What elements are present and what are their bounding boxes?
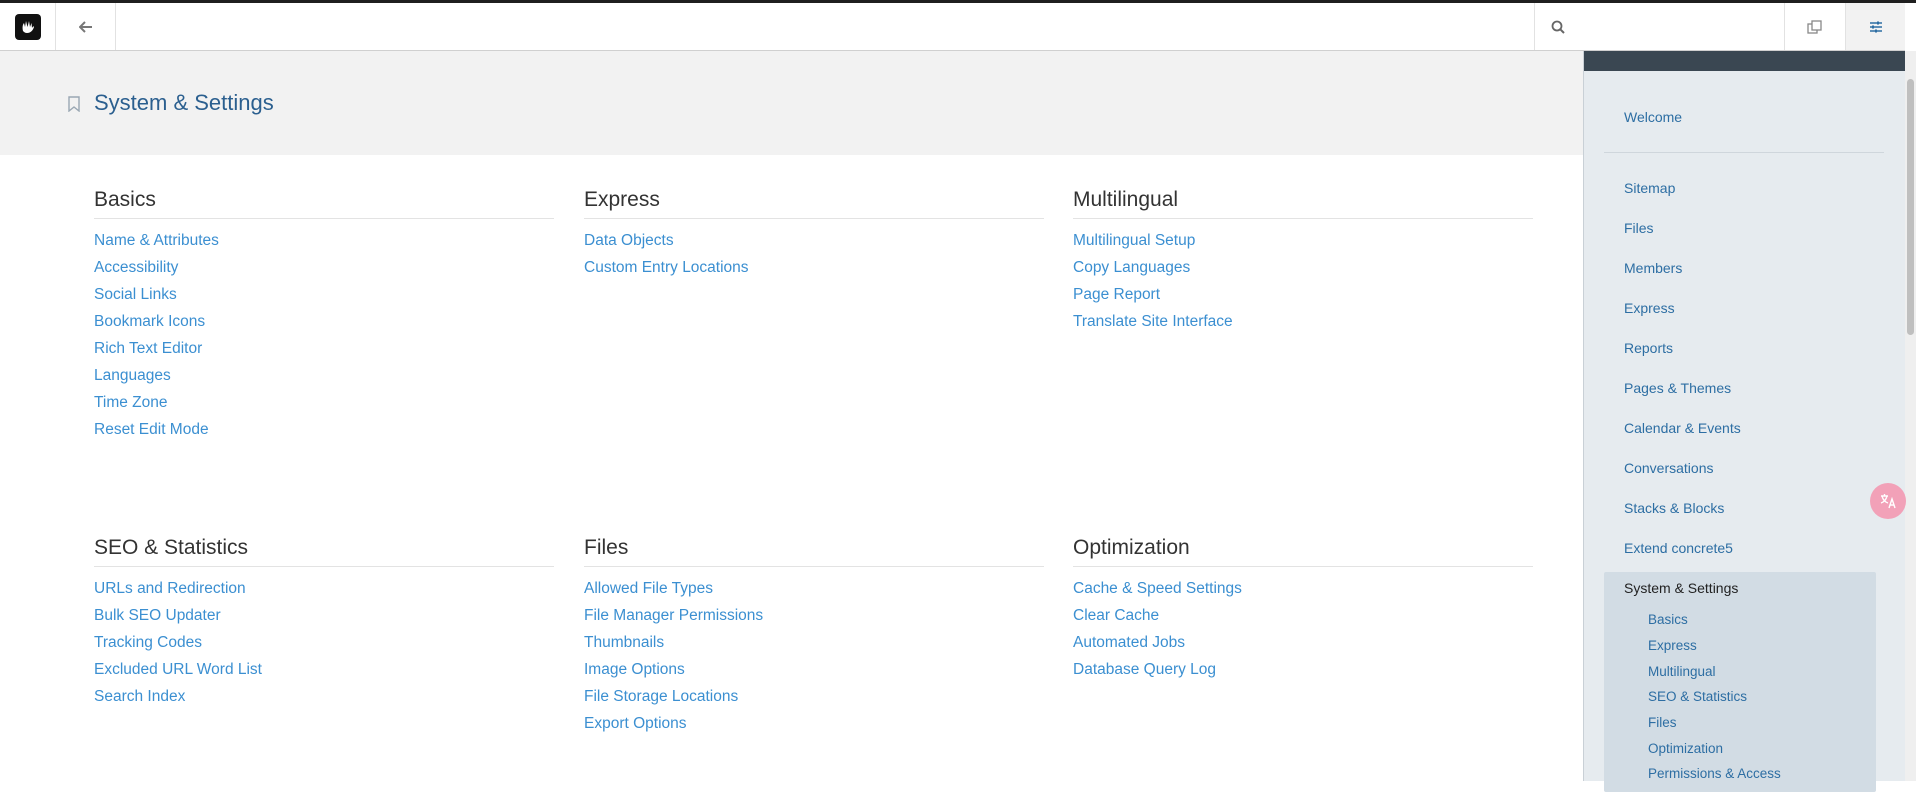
settings-link[interactable]: Languages bbox=[94, 362, 554, 389]
sliders-icon bbox=[1869, 21, 1882, 32]
search-box[interactable] bbox=[1534, 3, 1784, 50]
intelligent-search-icon bbox=[1807, 19, 1822, 34]
sidebar-item-extend[interactable]: Extend concrete5 bbox=[1624, 540, 1733, 556]
sidebar-subitem-seo-statistics[interactable]: SEO & Statistics bbox=[1648, 689, 1747, 704]
settings-link[interactable]: Export Options bbox=[584, 710, 1044, 737]
sidebar-item-conversations[interactable]: Conversations bbox=[1624, 460, 1714, 476]
sidebar-item-members[interactable]: Members bbox=[1624, 260, 1682, 276]
sidebar-item-system-settings[interactable]: System & Settings bbox=[1624, 580, 1738, 596]
sidebar-item-reports[interactable]: Reports bbox=[1624, 340, 1673, 356]
sidebar-topbar bbox=[1584, 51, 1905, 71]
sidebar-active-group bbox=[1604, 572, 1876, 792]
toolbar bbox=[0, 3, 1905, 51]
section-basics: Basics Name & Attributes Accessibility S… bbox=[94, 188, 554, 443]
sidebar-subitem-express[interactable]: Express bbox=[1648, 638, 1697, 653]
settings-link[interactable]: Accessibility bbox=[94, 254, 554, 281]
section-express: Express Data Objects Custom Entry Locati… bbox=[584, 188, 1044, 281]
settings-link[interactable]: Bookmark Icons bbox=[94, 308, 554, 335]
settings-link[interactable]: Search Index bbox=[94, 683, 554, 710]
sidebar-item-files[interactable]: Files bbox=[1624, 220, 1654, 236]
settings-link[interactable]: Allowed File Types bbox=[584, 575, 1044, 602]
search-input[interactable] bbox=[1575, 17, 1769, 36]
sidebar-subitem-basics[interactable]: Basics bbox=[1648, 612, 1688, 627]
section-multilingual: Multilingual Multilingual Setup Copy Lan… bbox=[1073, 188, 1533, 335]
page-title: System & Settings bbox=[94, 90, 274, 115]
bookmark-icon[interactable] bbox=[68, 96, 80, 112]
section-title: Files bbox=[584, 536, 1044, 567]
search-icon bbox=[1551, 20, 1565, 34]
section-seo-statistics: SEO & Statistics URLs and Redirection Bu… bbox=[94, 536, 554, 710]
sidebar-divider bbox=[1604, 152, 1884, 153]
scrollbar[interactable] bbox=[1905, 51, 1916, 781]
settings-link[interactable]: Image Options bbox=[584, 656, 1044, 683]
settings-link[interactable]: Translate Site Interface bbox=[1073, 308, 1533, 335]
settings-link[interactable]: Reset Edit Mode bbox=[94, 416, 554, 443]
settings-link[interactable]: Bulk SEO Updater bbox=[94, 602, 554, 629]
settings-link[interactable]: File Manager Permissions bbox=[584, 602, 1044, 629]
sidebar-item-pages-themes[interactable]: Pages & Themes bbox=[1624, 380, 1731, 396]
settings-link[interactable]: Social Links bbox=[94, 281, 554, 308]
sidebar-item-calendar-events[interactable]: Calendar & Events bbox=[1624, 420, 1741, 436]
section-title: Express bbox=[584, 188, 1044, 219]
sidebar-item-express[interactable]: Express bbox=[1624, 300, 1675, 316]
sidebar-subitem-multilingual[interactable]: Multilingual bbox=[1648, 664, 1716, 679]
settings-link[interactable]: Clear Cache bbox=[1073, 602, 1533, 629]
settings-link[interactable]: Database Query Log bbox=[1073, 656, 1533, 683]
settings-link[interactable]: Data Objects bbox=[584, 227, 1044, 254]
settings-link[interactable]: Thumbnails bbox=[584, 629, 1044, 656]
sidebar-item-sitemap[interactable]: Sitemap bbox=[1624, 180, 1675, 196]
sidebar-subitem-files[interactable]: Files bbox=[1648, 715, 1677, 730]
settings-link[interactable]: Excluded URL Word List bbox=[94, 656, 554, 683]
section-title: Optimization bbox=[1073, 536, 1533, 567]
intelligent-search-button[interactable] bbox=[1784, 3, 1845, 50]
dashboard-sidebar: Welcome Sitemap Files Members Express Re… bbox=[1583, 51, 1905, 792]
arrow-left-icon bbox=[78, 20, 92, 33]
back-button[interactable] bbox=[56, 3, 116, 50]
settings-link[interactable]: Copy Languages bbox=[1073, 254, 1533, 281]
section-optimization: Optimization Cache & Speed Settings Clea… bbox=[1073, 536, 1533, 683]
settings-link[interactable]: Page Report bbox=[1073, 281, 1533, 308]
sidebar-item-stacks-blocks[interactable]: Stacks & Blocks bbox=[1624, 500, 1724, 516]
translate-icon[interactable] bbox=[1870, 483, 1906, 519]
section-title: Multilingual bbox=[1073, 188, 1533, 219]
sidebar-subitem-optimization[interactable]: Optimization bbox=[1648, 741, 1723, 756]
section-files: Files Allowed File Types File Manager Pe… bbox=[584, 536, 1044, 737]
concrete5-logo-icon bbox=[14, 13, 41, 40]
settings-link[interactable]: Cache & Speed Settings bbox=[1073, 575, 1533, 602]
settings-link[interactable]: Rich Text Editor bbox=[94, 335, 554, 362]
settings-link[interactable]: Name & Attributes bbox=[94, 227, 554, 254]
settings-link[interactable]: Tracking Codes bbox=[94, 629, 554, 656]
settings-link[interactable]: URLs and Redirection bbox=[94, 575, 554, 602]
settings-link[interactable]: Custom Entry Locations bbox=[584, 254, 1044, 281]
section-title: SEO & Statistics bbox=[94, 536, 554, 567]
sidebar-item-welcome[interactable]: Welcome bbox=[1624, 109, 1682, 125]
logo-button[interactable] bbox=[0, 3, 56, 50]
settings-link[interactable]: Automated Jobs bbox=[1073, 629, 1533, 656]
sidebar-subitem-permissions-access[interactable]: Permissions & Access bbox=[1648, 766, 1781, 781]
settings-link[interactable]: File Storage Locations bbox=[584, 683, 1044, 710]
scrollbar-thumb[interactable] bbox=[1907, 79, 1914, 335]
section-title: Basics bbox=[94, 188, 554, 219]
dashboard-panel-button[interactable] bbox=[1845, 3, 1905, 50]
settings-link[interactable]: Multilingual Setup bbox=[1073, 227, 1533, 254]
settings-link[interactable]: Time Zone bbox=[94, 389, 554, 416]
